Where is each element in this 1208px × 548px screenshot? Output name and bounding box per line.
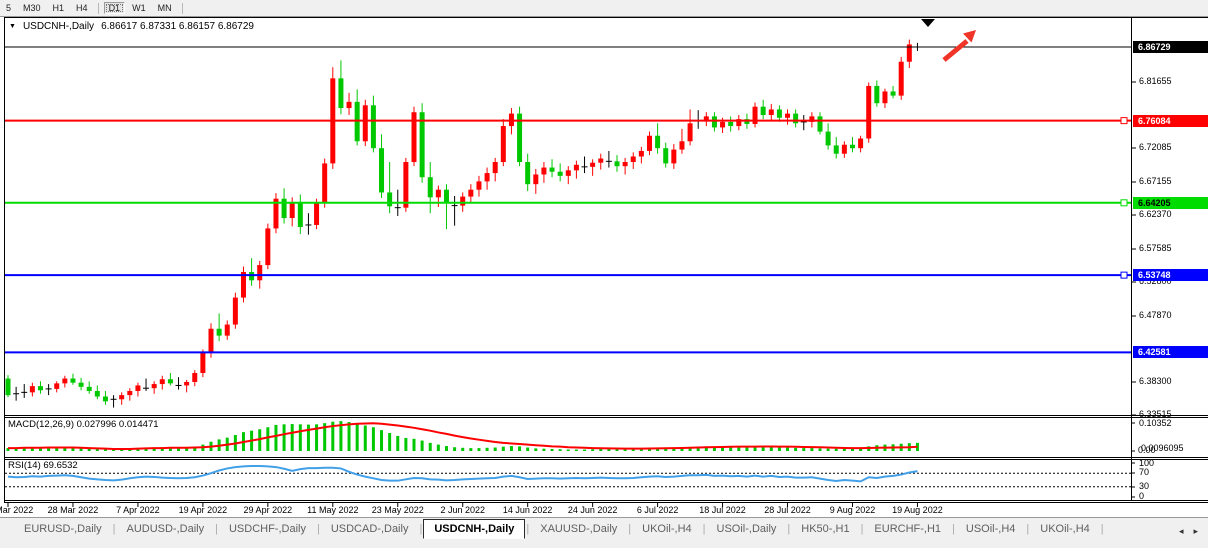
date-label: 29 Apr 2022 (232, 505, 304, 515)
tab-usdcad-daily[interactable]: USDCAD-,Daily (321, 521, 419, 538)
chart-title: ▼ USDCNH-,Daily 6.86617 6.87331 6.86157 … (9, 21, 254, 32)
pane-borders (0, 17, 1208, 508)
horizontal-line-6.53748[interactable] (5, 272, 1131, 278)
price-tick-label: 6.62370 (1139, 209, 1172, 219)
date-label: 23 May 2022 (362, 505, 434, 515)
price-tick-label: 6.72085 (1139, 142, 1172, 152)
tab-scroll-left-icon[interactable]: ◂ (1179, 526, 1184, 537)
price-tick-label: 6.67155 (1139, 176, 1172, 186)
date-label: 14 Jun 2022 (492, 505, 564, 515)
rsi-axis-label: 0 (1139, 491, 1144, 501)
rsi-pane (5, 466, 1131, 487)
rsi-indicator-label: RSI(14) 69.6532 (8, 460, 78, 471)
red-up-arrow-icon[interactable] (944, 30, 976, 60)
price-tick-label: 6.81655 (1139, 76, 1172, 86)
line-handle[interactable] (1121, 200, 1127, 206)
trading-terminal-window: 5M30H1H4D1W1MN ▼ USDCNH-,Daily 6.86617 6… (0, 0, 1208, 548)
horizontal-line-6.76084[interactable] (5, 118, 1131, 124)
price-badge: 6.76084 (1133, 115, 1208, 127)
price-badge: 6.53748 (1133, 269, 1208, 281)
line-handle[interactable] (1121, 272, 1127, 278)
macd-indicator-label: MACD(12,26,9) 0.027996 0.014471 (8, 419, 159, 430)
date-label: 2 Jun 2022 (427, 505, 499, 515)
horizontal-line-6.64205[interactable] (5, 200, 1131, 206)
ohlc-values: 6.86617 6.87331 6.86157 6.86729 (101, 21, 254, 32)
rsi-axis-label: 70 (1139, 467, 1149, 477)
date-label: 28 Jul 2022 (752, 505, 824, 515)
price-tick-label: 6.38300 (1139, 376, 1172, 386)
symbol-period-label: USDCNH-,Daily (23, 21, 94, 32)
date-label: 6 Jul 2022 (622, 505, 694, 515)
price-tick-label: 6.47870 (1139, 310, 1172, 320)
line-handle[interactable] (1121, 118, 1127, 124)
date-label: 18 Jul 2022 (687, 505, 759, 515)
price-badge: 6.42581 (1133, 346, 1208, 358)
macd-axis-max-label: 0.10352 (1139, 418, 1172, 428)
tab-eurchf-h1[interactable]: EURCHF-,H1 (864, 521, 951, 538)
tab-usdcnh-daily[interactable]: USDCNH-,Daily (423, 519, 525, 539)
date-label: 9 Aug 2022 (816, 505, 888, 515)
tab-ukoil-h4[interactable]: UKOil-,H4 (632, 521, 702, 538)
tab-ukoil-h4[interactable]: UKOil-,H4 (1030, 521, 1100, 538)
macd-axis-zero-label: 0.00 (1138, 445, 1156, 455)
tab-separator: | (1100, 521, 1105, 535)
tab-usdchf-daily[interactable]: USDCHF-,Daily (219, 521, 316, 538)
tab-usoil-daily[interactable]: USOil-,Daily (707, 521, 787, 538)
tab-usoil-h4[interactable]: USOil-,H4 (956, 521, 1026, 538)
tab-audusd-daily[interactable]: AUDUSD-,Daily (116, 521, 214, 538)
rsi-axis-label: 30 (1139, 481, 1149, 491)
tab-scroll-right-icon[interactable]: ▸ (1193, 526, 1198, 537)
date-label: 19 Aug 2022 (881, 505, 953, 515)
symbol-tab-bar: EURUSD-,Daily|AUDUSD-,Daily|USDCHF-,Dail… (0, 517, 1208, 548)
date-label: 7 Apr 2022 (102, 505, 174, 515)
chart-canvas[interactable] (0, 0, 1208, 548)
dropdown-triangle-icon: ▼ (9, 23, 16, 30)
tab-xauusd-daily[interactable]: XAUUSD-,Daily (530, 521, 627, 538)
down-triangle-marker-icon[interactable] (921, 19, 935, 27)
tab-eurusd-daily[interactable]: EURUSD-,Daily (14, 521, 112, 538)
date-label: 24 Jun 2022 (557, 505, 629, 515)
price-tick-label: 6.57585 (1139, 243, 1172, 253)
rsi-line (8, 466, 917, 481)
date-label: 28 Mar 2022 (37, 505, 109, 515)
price-badge: 6.86729 (1133, 41, 1208, 53)
date-label: 19 Apr 2022 (167, 505, 239, 515)
price-badge: 6.64205 (1133, 197, 1208, 209)
date-label: 11 May 2022 (297, 505, 369, 515)
tab-hk50-h1[interactable]: HK50-,H1 (791, 521, 859, 538)
